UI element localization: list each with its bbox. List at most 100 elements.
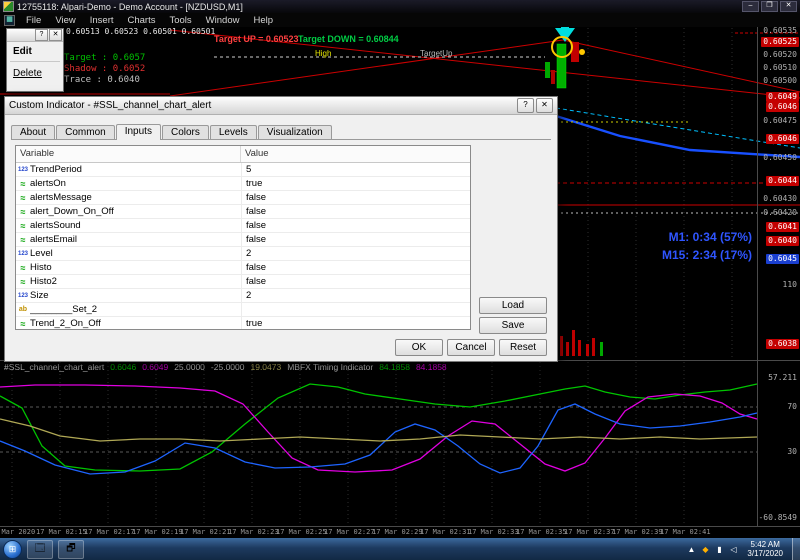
param-row[interactable]: 123Size2	[16, 289, 470, 303]
tab-colors[interactable]: Colors	[162, 125, 209, 139]
tray-expand-icon[interactable]: ▲	[686, 545, 696, 554]
param-value[interactable]: true	[241, 317, 470, 330]
param-value[interactable]: false	[241, 205, 470, 218]
menu-window[interactable]: Window	[199, 14, 247, 27]
number-param-icon: 123	[16, 293, 30, 299]
menu-help[interactable]: Help	[246, 14, 280, 27]
param-value[interactable]: 2	[241, 247, 470, 260]
dialog-title-bar[interactable]: Custom Indicator - #SSL_channel_chart_al…	[5, 97, 557, 115]
chart-info-line: Shadow : 0.6052	[64, 64, 145, 75]
param-row[interactable]: ≈Histo2false	[16, 275, 470, 289]
param-row[interactable]: ≈alertsOntrue	[16, 177, 470, 191]
param-row[interactable]: ≈alertsMessagefalse	[16, 191, 470, 205]
param-row[interactable]: 123Level2	[16, 247, 470, 261]
param-row[interactable]: ≈alertsSoundfalse	[16, 219, 470, 233]
param-row[interactable]: ab________Set_2	[16, 303, 470, 317]
oscillator-series-magenta	[0, 385, 757, 472]
menu-file[interactable]: File	[19, 14, 48, 27]
start-button[interactable]: ⊞	[3, 540, 22, 559]
param-value[interactable]: 2	[241, 289, 470, 302]
param-value[interactable]: true	[241, 177, 470, 190]
tray-network-icon[interactable]: ▮	[714, 545, 724, 554]
param-name: Histo	[30, 262, 241, 273]
popup-edit-item[interactable]: Edit	[7, 42, 63, 59]
time-axis-label: 17 Mar 02:23	[228, 528, 276, 536]
time-axis-label: 17 Mar 02:17	[84, 528, 132, 536]
windows-taskbar: ⊞ 🗔 🗗 ▲ ◆ ▮ ◁ 5:42 AM 3/17/2020	[0, 538, 800, 560]
tab-common[interactable]: Common	[56, 125, 115, 139]
param-row[interactable]: ≈alertsEmailfalse	[16, 233, 470, 247]
show-desktop-button[interactable]	[792, 538, 800, 560]
maximize-button[interactable]: ❐	[761, 1, 778, 12]
indicator-header-part: 84.1858	[416, 362, 447, 372]
indicator-axis-label: 57.211	[766, 373, 799, 383]
save-button[interactable]: Save	[479, 317, 547, 334]
indicator-axis[interactable]: 57.2117030-60.8549	[758, 0, 800, 536]
menu-insert[interactable]: Insert	[83, 14, 121, 27]
load-button[interactable]: Load	[479, 297, 547, 314]
param-value[interactable]: 5	[241, 163, 470, 176]
tab-about[interactable]: About	[11, 125, 55, 139]
indicator-axis-label: -60.8549	[756, 513, 799, 523]
chart-info-line: Target : 0.6057	[64, 53, 145, 64]
param-row[interactable]: ≈alert_Down_On_Offfalse	[16, 205, 470, 219]
param-value[interactable]: false	[241, 233, 470, 246]
dialog-close-button[interactable]: ✕	[536, 98, 553, 113]
menu-charts[interactable]: Charts	[121, 14, 163, 27]
minimize-button[interactable]: –	[742, 1, 759, 12]
clock-date: 3/17/2020	[747, 549, 783, 558]
popup-title-bar: ? ✕	[7, 29, 63, 42]
ok-button[interactable]: OK	[395, 339, 443, 356]
inputs-table: Variable Value 123TrendPeriod5≈alertsOnt…	[15, 145, 471, 330]
close-button[interactable]: ✕	[780, 1, 797, 12]
chart-info-line: Trace : 0.6040	[64, 75, 145, 86]
time-axis-label: 17 Mar 02:37	[564, 528, 612, 536]
param-row[interactable]: ≈Histofalse	[16, 261, 470, 275]
param-value[interactable]: false	[241, 219, 470, 232]
time-axis-label: 17 Mar 02:33	[468, 528, 516, 536]
indicator-edit-popup: ? ✕ Edit Delete	[6, 28, 64, 92]
popup-close-button[interactable]: ✕	[49, 29, 62, 41]
oscillator-series-khaki	[0, 419, 757, 441]
indicator-param-icon: ≈	[16, 193, 30, 203]
tab-levels[interactable]: Levels	[210, 125, 257, 139]
tab-inputs[interactable]: Inputs	[116, 124, 161, 140]
taskbar-clock[interactable]: 5:42 AM 3/17/2020	[742, 540, 788, 558]
param-row[interactable]: ≈Trend_2_On_Offtrue	[16, 317, 470, 330]
param-value[interactable]: false	[241, 261, 470, 274]
param-name: TrendPeriod	[30, 164, 241, 175]
string-param-icon: ab	[16, 306, 30, 313]
popup-delete-item[interactable]: Delete	[7, 64, 63, 81]
tab-visualization[interactable]: Visualization	[258, 125, 332, 139]
number-param-icon: 123	[16, 251, 30, 257]
menu-bar: ▦ FileViewInsertChartsToolsWindowHelp	[0, 13, 800, 27]
indicator-header-part: 19.0473	[250, 362, 281, 372]
cancel-button[interactable]: Cancel	[447, 339, 495, 356]
tray-alert-icon[interactable]: ◆	[700, 545, 710, 554]
reset-button[interactable]: Reset	[499, 339, 547, 356]
indicator-header-part: 25.0000	[174, 362, 205, 372]
time-axis-label: 17 Mar 02:39	[612, 528, 660, 536]
window-title: 12755118: Alpari-Demo - Demo Account - […	[17, 2, 243, 12]
clock-time: 5:42 AM	[747, 540, 783, 549]
param-name: alert_Down_On_Off	[30, 206, 241, 217]
popup-help-button[interactable]: ?	[35, 29, 48, 41]
custom-indicator-dialog: Custom Indicator - #SSL_channel_chart_al…	[4, 96, 558, 362]
taskbar-app-1[interactable]: 🗔	[27, 540, 53, 559]
time-axis[interactable]: 17 Mar 202017 Mar 02:1517 Mar 02:1717 Ma…	[0, 527, 758, 538]
indicator-axis-label: 30	[785, 447, 799, 457]
param-value[interactable]	[241, 303, 470, 316]
oscillator-series-green	[0, 384, 757, 471]
taskbar-app-2[interactable]: 🗗	[58, 540, 84, 559]
time-axis-label: 17 Mar 02:31	[420, 528, 468, 536]
param-value[interactable]: false	[241, 275, 470, 288]
tray-volume-icon[interactable]: ◁	[728, 545, 738, 554]
dialog-help-button[interactable]: ?	[517, 98, 534, 113]
param-row[interactable]: 123TrendPeriod5	[16, 163, 470, 177]
indicator-info-lines: Target : 0.6057Shadow : 0.6052Trace : 0.…	[64, 53, 145, 86]
menu-tools[interactable]: Tools	[162, 14, 198, 27]
param-name: Level	[30, 248, 241, 259]
param-value[interactable]: false	[241, 191, 470, 204]
indicator-header: #SSL_channel_chart_alert0.60460.604925.0…	[4, 362, 447, 372]
menu-view[interactable]: View	[48, 14, 82, 27]
